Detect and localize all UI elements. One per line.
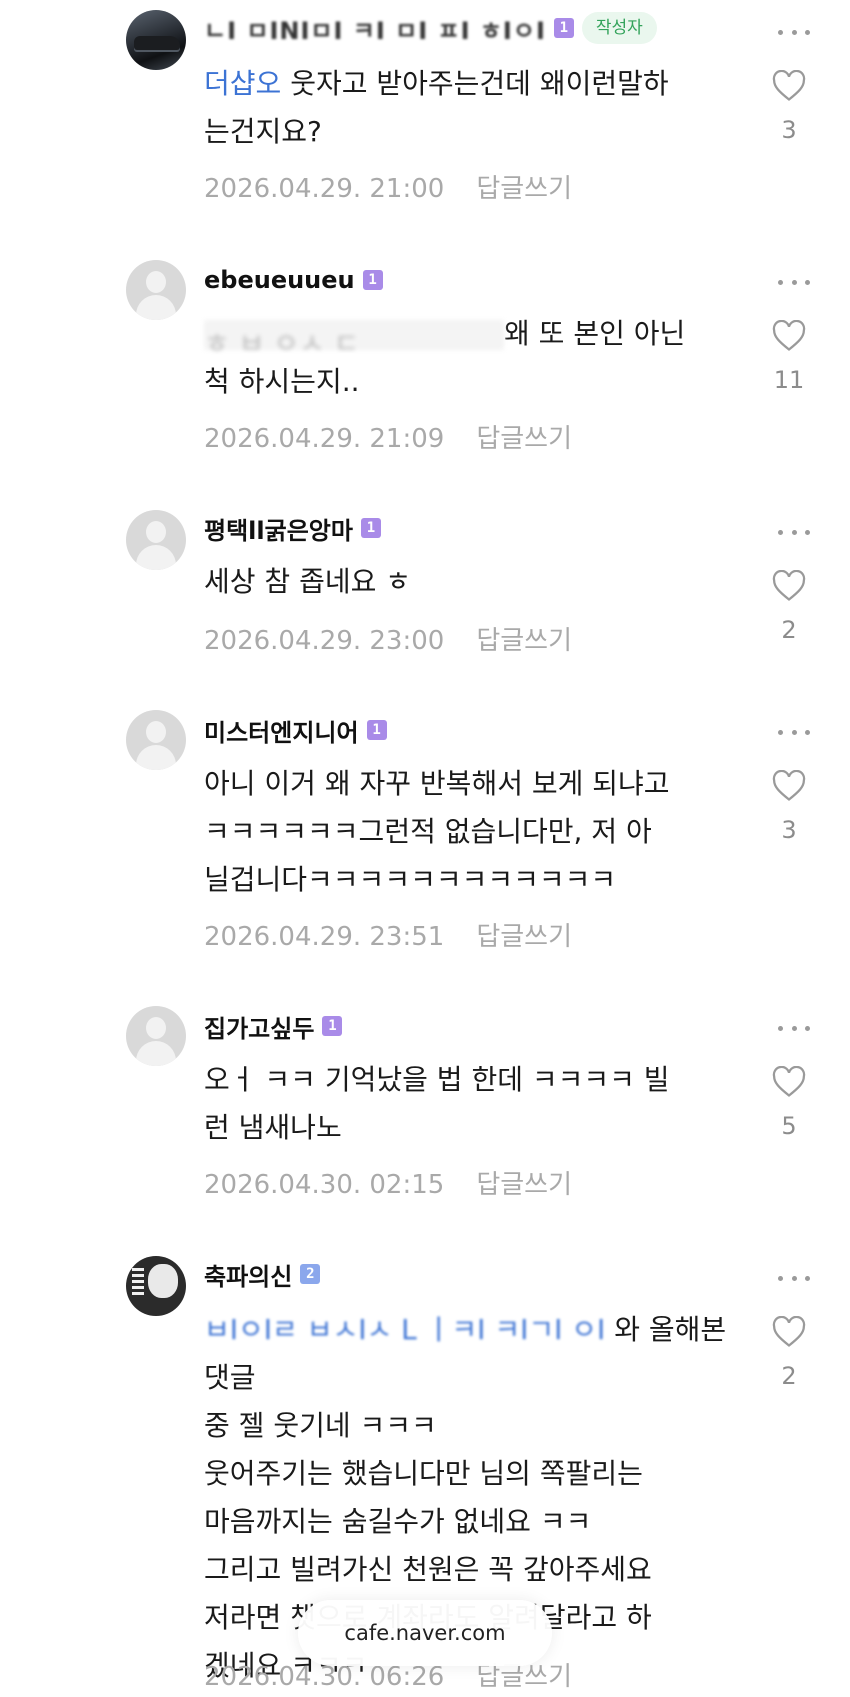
comment-meta: 2026.04.29. 23:51 답글쓰기: [204, 916, 572, 953]
more-options-icon[interactable]: [778, 1022, 810, 1034]
reply-button[interactable]: 답글쓰기: [476, 174, 572, 204]
avatar[interactable]: [126, 260, 186, 320]
comment-text: 오ㅓ ㅋㅋ 기억났을 법 한데 ㅋㅋㅋㅋ 빌 런 냄새나노: [204, 1063, 670, 1144]
nickname[interactable]: 평택ll굵은앙마: [204, 511, 353, 546]
comment-meta: 2026.04.29. 21:00 답글쓰기: [204, 168, 572, 205]
comment-date: 2026.04.29. 21:00: [204, 174, 445, 204]
nickname[interactable]: ㄴI ㅁINIㅁI ㅋI ㅁI ㅍI ㅎIㅇI: [204, 11, 546, 46]
member-level-icon: 1: [322, 1016, 343, 1036]
avatar[interactable]: [126, 710, 186, 770]
comment-meta: 2026.04.30. 02:15 답글쓰기: [204, 1164, 572, 1201]
comment-meta: 2026.04.29. 21:09 답글쓰기: [204, 418, 572, 455]
like-count: 11: [773, 366, 805, 394]
comment-text: ㅎ ㅂ ㅇㅅ ㄷ왜 또 본인 아닌 척 하시는지..: [204, 317, 686, 398]
comment-text: 더샵오 웃자고 받아주는건데 왜이런말하 는건지요?: [204, 67, 669, 148]
like-count: 5: [781, 1112, 797, 1140]
avatar[interactable]: [126, 510, 186, 570]
comment-author[interactable]: 축파의신 2: [204, 1257, 321, 1292]
heart-icon[interactable]: [772, 1316, 806, 1348]
member-level-icon: 1: [362, 270, 383, 290]
heart-icon[interactable]: [772, 320, 806, 352]
avatar[interactable]: [126, 1006, 186, 1066]
heart-icon[interactable]: [772, 570, 806, 602]
member-level-icon: 1: [366, 720, 387, 740]
member-level-icon: 1: [360, 518, 381, 538]
heart-icon[interactable]: [772, 1066, 806, 1098]
comment-author[interactable]: 집가고싶두 1: [204, 1009, 343, 1044]
like-count: 3: [781, 816, 797, 844]
avatar[interactable]: [126, 10, 186, 70]
more-options-icon[interactable]: [778, 26, 810, 38]
redacted-mention: ㅎ ㅂ ㅇㅅ ㄷ: [204, 320, 504, 360]
more-options-icon[interactable]: [778, 526, 810, 538]
like-count: 2: [781, 616, 797, 644]
mention-link[interactable]: 더샵오: [204, 67, 281, 100]
reply-button[interactable]: 답글쓰기: [476, 922, 572, 952]
more-options-icon[interactable]: [778, 276, 810, 288]
nickname[interactable]: 미스터엔지니어: [204, 713, 359, 748]
reply-button[interactable]: 답글쓰기: [476, 424, 572, 454]
more-options-icon[interactable]: [778, 726, 810, 738]
more-options-icon[interactable]: [778, 1272, 810, 1284]
heart-icon[interactable]: [772, 770, 806, 802]
member-level-icon: 1: [553, 18, 574, 38]
like-count: 2: [781, 1362, 797, 1390]
comment-text: 아니 이거 왜 자꾸 반복해서 보게 되냐고 ㅋㅋㅋㅋㅋㅋ그런적 없습니다만, …: [204, 767, 670, 896]
author-badge: 작성자: [581, 12, 657, 44]
nickname[interactable]: ebeueuueu: [204, 266, 355, 294]
like-count: 3: [781, 116, 797, 144]
mention-link[interactable]: ㅂIㅇIㄹ ㅂㅅIㅅ L ㅣㅋI ㅋIㄱI ㅇI: [204, 1313, 605, 1346]
reply-button[interactable]: 답글쓰기: [476, 626, 572, 656]
comment-author[interactable]: 평택ll굵은앙마 1: [204, 511, 381, 546]
comment-author[interactable]: 미스터엔지니어 1: [204, 713, 387, 748]
reply-button[interactable]: 답글쓰기: [476, 1170, 572, 1200]
comment-date: 2026.04.29. 21:09: [204, 424, 445, 454]
site-domain-label: cafe.naver.com: [298, 1600, 552, 1666]
member-level-icon: 2: [300, 1264, 321, 1284]
reply-button[interactable]: 답글쓰기: [476, 1662, 572, 1692]
comment-author[interactable]: ㄴI ㅁINIㅁI ㅋI ㅁI ㅍI ㅎIㅇI 1 작성자: [204, 11, 657, 46]
comment-date: 2026.04.30. 06:26: [204, 1662, 445, 1692]
avatar[interactable]: [126, 1256, 186, 1316]
nickname[interactable]: 집가고싶두: [204, 1009, 314, 1044]
comment-meta: 2026.04.29. 23:00 답글쓰기: [204, 620, 572, 657]
comment-date: 2026.04.29. 23:51: [204, 922, 445, 952]
heart-icon[interactable]: [772, 70, 806, 102]
comment-text: 세상 참 좁네요 ㅎ: [204, 565, 412, 598]
nickname[interactable]: 축파의신: [204, 1257, 292, 1292]
comment-date: 2026.04.29. 23:00: [204, 626, 445, 656]
comment-author[interactable]: ebeueuueu 1: [204, 264, 383, 296]
comment-date: 2026.04.30. 02:15: [204, 1170, 445, 1200]
